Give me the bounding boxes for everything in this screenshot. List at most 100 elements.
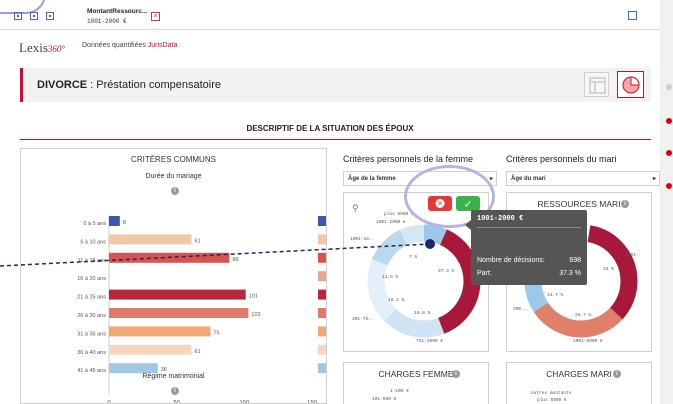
subtitle-brand: JurisData [147,42,178,49]
tooltip-title: 1001-2000 € [477,215,524,223]
chart-tooltip: 1001-2000 € Nombre de décisions: 698 Par… [465,210,587,285]
info-icon[interactable]: i [171,187,179,195]
slice-label: 1001- [625,253,639,258]
common-criteria-panel: CRITÈRES COMMUNS Durée du mariage i 0 à … [20,148,327,404]
value-label: 8 [123,220,126,226]
tooltip-divider [477,227,581,228]
filter-value: 1001-2000 € [87,18,127,25]
active-filter-chip[interactable]: MontantRessourc... 1001-2000 € × [83,5,163,27]
scroll-bar-sliver [318,234,326,245]
info-icon[interactable]: i [452,370,460,378]
chart-view-button[interactable] [617,71,644,98]
product-subtitle: Données quantifiées JurisData [82,42,177,49]
case-type: DIVORCE [37,79,88,91]
value-label: 61 [195,349,201,355]
category-label: 26 à 30 ans [77,313,106,319]
expand-icon[interactable] [628,11,637,20]
slice-label: 7 % [409,255,418,260]
category-label: 31 à 35 ans [77,331,106,337]
slice-label: 18.8 % [414,311,431,316]
scroll-bar-sliver [318,216,326,226]
lexis-logo[interactable]: Lexis360° [19,40,65,56]
wife-charges-card: CHARGES FEMME i 1-100 € 101-500 € [343,362,489,404]
close-icon[interactable]: × [151,12,160,21]
grid-icon[interactable] [30,12,38,20]
tooltip-share-label: Part: [477,270,492,277]
husband-charges-card: CHARGES MARI i Autres montants plus 5000… [506,362,652,404]
bar [109,344,192,355]
section-divider [20,139,651,140]
slice-label: 11.5 % [382,275,399,280]
slice-label: 751-1000 € [416,339,444,344]
panel-title: CRITÈRES COMMUNS [131,155,216,164]
grid-icon[interactable] [14,12,22,20]
slice-label: plus 5000 € [537,398,567,403]
tooltip-share-value: 37.3 % [559,270,581,277]
slice-label: 1-100 € [390,389,409,394]
x-tick-label: 50 [173,401,180,404]
pin-icon: ⚲ [352,203,359,213]
scroll-bar-sliver [318,344,326,355]
bar [109,234,192,245]
wife-age-value: Âge de la femme [348,176,396,182]
annotation-arc [0,0,46,14]
pie-chart-icon [622,76,640,94]
x-tick-label: 100 [239,401,250,404]
slice-label: 101-500 € [372,397,397,402]
scrollbar[interactable] [660,0,673,404]
value-label: 89 [232,257,238,263]
slice-label: 300... [513,307,530,312]
section-title: DESCRIPTIF DE LA SITUATION DES ÉPOUX [246,124,414,133]
bar [109,216,120,226]
tooltip-count-label: Nombre de décisions: [477,257,545,264]
husband-age-select[interactable]: Âge du mari ▸ [506,171,660,186]
category-label: 36 à 40 ans [77,350,106,356]
nav-dot[interactable] [666,84,672,90]
category-label: 0 à 5 ans [83,221,106,227]
slice-label: 28.7 % [575,313,592,318]
info-icon[interactable]: i [613,370,621,378]
grid-icon[interactable] [46,12,54,20]
value-label: 103 [251,312,260,318]
scroll-bar-sliver [318,308,326,318]
bar [109,363,158,374]
value-label: 75 [214,330,220,336]
slice-label: 301-75.. [352,317,374,322]
card-title-text: CHARGES FEMME [378,369,454,379]
page-title: DIVORCE : Préstation compensatoire [37,79,221,91]
card-title: CHARGES FEMME [344,369,488,379]
caret-right-icon: ▸ [489,176,493,182]
page-title-band: DIVORCE : Préstation compensatoire [20,68,651,102]
nav-dot[interactable] [666,183,672,189]
filter-title: MontantRessourc... [87,8,148,15]
info-icon[interactable]: i [171,387,179,395]
card-title-text: CHARGES MARI [546,369,612,379]
bar [109,289,246,300]
scroll-bar-sliver [318,326,326,337]
husband-criteria-heading: Critères personnels du mari [506,154,617,164]
category-label: 11 à 15 ans [78,258,107,264]
slice-label: 1001-2000 € [376,220,406,225]
card-title: CHARGES MARI [507,369,651,379]
slice-label: Autres montants [531,391,572,396]
case-detail: : Préstation compensatoire [87,79,222,91]
slice-label: 1001-18.. [350,237,375,242]
slice-label: 14.7 % [547,293,564,298]
wife-criteria-heading: Critères personnels de la femme [343,154,474,164]
husband-age-value: Âge du mari [511,176,546,182]
logo-text: Lexis [19,40,48,55]
nav-dot[interactable] [666,118,672,124]
x-tick-label: 0 [107,401,111,404]
tooltip-count-value: 698 [569,257,581,264]
scroll-bar-sliver [318,271,326,282]
bar [109,326,211,337]
nav-dot[interactable] [666,150,672,156]
table-view-button[interactable] [584,72,609,97]
table-icon [589,77,606,94]
subtitle-prefix: Données quantifiées [82,42,148,49]
category-label: 16 à 20 ans [77,276,106,282]
value-label: 101 [249,294,258,300]
chart-title: Durée du mariage [145,173,202,180]
slice-label: 2001-5000 € [573,339,603,344]
scroll-bar-sliver [318,363,326,374]
